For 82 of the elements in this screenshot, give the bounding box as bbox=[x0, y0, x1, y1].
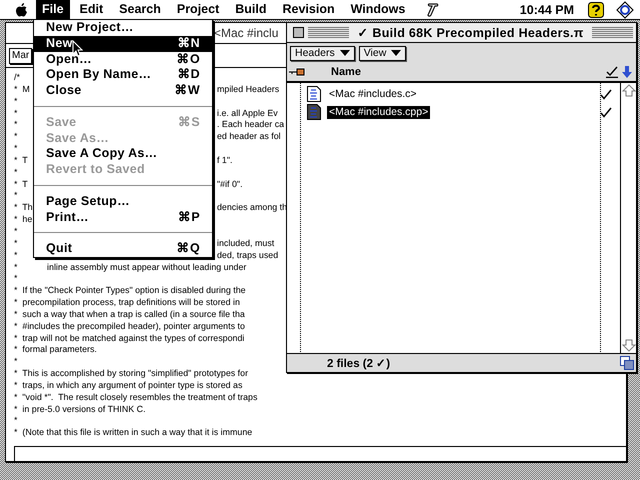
code-line: * #includes the precompiled header), pointer arguments to bbox=[14, 320, 245, 331]
down-arrow-icon[interactable] bbox=[622, 66, 632, 78]
code-line: * bbox=[14, 119, 18, 130]
code-line: included, must bbox=[217, 238, 274, 250]
triangle-icon bbox=[340, 50, 350, 56]
code-line: * bbox=[14, 131, 18, 142]
menu-item[interactable]: New Project… bbox=[34, 20, 212, 36]
menu-title[interactable]: Revision bbox=[276, 0, 341, 19]
code-line: * bbox=[14, 166, 18, 177]
clock[interactable]: 10:44 PM bbox=[520, 2, 574, 16]
code-line: "#if 0". bbox=[217, 178, 243, 190]
resize-icon[interactable] bbox=[620, 356, 634, 370]
code-line: * formal parameters. bbox=[14, 344, 97, 354]
menu-title[interactable]: Project bbox=[170, 0, 226, 19]
triangle-icon bbox=[391, 50, 402, 56]
help-icon[interactable] bbox=[588, 2, 604, 18]
code-line: mpiled Headers bbox=[217, 84, 280, 96]
apple-icon[interactable] bbox=[16, 2, 28, 16]
code-line: * (Note that this file is written in such a way that it is immune bbox=[14, 427, 252, 438]
code-line: * bbox=[14, 226, 18, 236]
code-line: * bbox=[14, 250, 18, 260]
vertical-scrollbar[interactable] bbox=[620, 83, 636, 353]
menu-item[interactable]: Page Setup… bbox=[34, 194, 212, 210]
status-text: 2 files (2 ✓) bbox=[327, 357, 390, 370]
column-header[interactable]: Name bbox=[331, 66, 361, 78]
code-line: i.e. all Apple Ev bbox=[217, 108, 278, 120]
menu-item[interactable]: Print… ⌘P bbox=[34, 210, 212, 226]
code-line: * M bbox=[14, 84, 30, 94]
code-line: * bbox=[14, 415, 18, 426]
code-line: /* bbox=[14, 72, 20, 82]
menu-item[interactable]: Close ⌘W bbox=[34, 83, 212, 99]
close-box[interactable] bbox=[293, 27, 304, 38]
code-line: ed header as fol bbox=[217, 131, 281, 144]
code-line: * Th bbox=[14, 202, 33, 212]
file-name[interactable]: <Mac #includes.c> bbox=[327, 88, 419, 100]
code-line: * bbox=[14, 238, 18, 248]
code-line: * bbox=[14, 273, 18, 284]
menu-title[interactable]: File bbox=[36, 0, 70, 19]
code-line: . Each header ca bbox=[217, 119, 284, 132]
code-line: * bbox=[14, 96, 18, 106]
file-name[interactable]: <Mac #includes.cpp> bbox=[327, 106, 430, 118]
code-line: * This is accomplished by storing "simplified" prototypes for bbox=[14, 368, 248, 378]
popup-button[interactable]: Headers bbox=[290, 46, 355, 60]
function-popup[interactable]: Mar bbox=[9, 48, 32, 64]
menu-title[interactable]: Windows bbox=[344, 0, 412, 19]
menu-item[interactable]: Quit ⌘Q bbox=[34, 241, 212, 257]
popup-button[interactable]: View bbox=[358, 46, 406, 60]
menu-item[interactable]: Open… ⌘O bbox=[34, 52, 212, 68]
horizontal-scrollbar[interactable] bbox=[14, 446, 626, 461]
code-line: * in pre-5.0 versions of THINK C. bbox=[14, 404, 146, 414]
menu-item[interactable]: Open By Name… ⌘D bbox=[34, 67, 212, 84]
code-line: * bbox=[14, 143, 18, 154]
code-line: * he bbox=[14, 214, 32, 224]
code-line: * bbox=[14, 356, 18, 366]
code-line: * such a way that when a trap is called (in a source file tha bbox=[14, 308, 245, 319]
code-line: ded, traps used bbox=[217, 250, 278, 262]
document-icon[interactable] bbox=[307, 86, 321, 102]
code-line: * traps, in which any argument of pointer type is stored as bbox=[14, 380, 242, 390]
code-line: * bbox=[14, 190, 18, 200]
title-stripes[interactable] bbox=[592, 27, 633, 38]
menu-title[interactable]: Build bbox=[229, 0, 272, 19]
checkmark-icon[interactable] bbox=[606, 66, 618, 78]
code-line: * T bbox=[14, 154, 28, 165]
window-title: <Mac #inclu bbox=[214, 26, 278, 40]
code-line: * bbox=[14, 108, 18, 118]
code-line: * T bbox=[14, 178, 28, 189]
code-line: * precompilation process, trap definitions will be stored in bbox=[14, 297, 240, 308]
document-icon[interactable] bbox=[307, 104, 321, 120]
code-line: * If the "Check Pointer Types" option is disabled during the bbox=[14, 285, 246, 296]
menu-title[interactable]: Search bbox=[113, 0, 167, 19]
menu-title[interactable]: Edit bbox=[74, 0, 110, 19]
menu-item[interactable]: Save A Copy As… bbox=[34, 146, 212, 162]
code-line: f 1". bbox=[217, 154, 232, 167]
code-line: * trap will not be matched against the types of correspondi bbox=[14, 332, 244, 343]
window-title: ✓ Build 68K Precompiled Headers.π bbox=[356, 25, 585, 40]
code-line: * inline assembly must appear without leading under bbox=[14, 262, 246, 272]
key-icon[interactable] bbox=[289, 67, 305, 77]
code-line: * "void *". The result closely resembles the treatment of traps bbox=[14, 392, 258, 402]
title-stripes[interactable] bbox=[308, 27, 350, 38]
menu-item[interactable]: New ⌘N bbox=[34, 36, 212, 52]
up-arrow-icon[interactable] bbox=[622, 84, 636, 98]
application-icon[interactable] bbox=[616, 0, 634, 18]
